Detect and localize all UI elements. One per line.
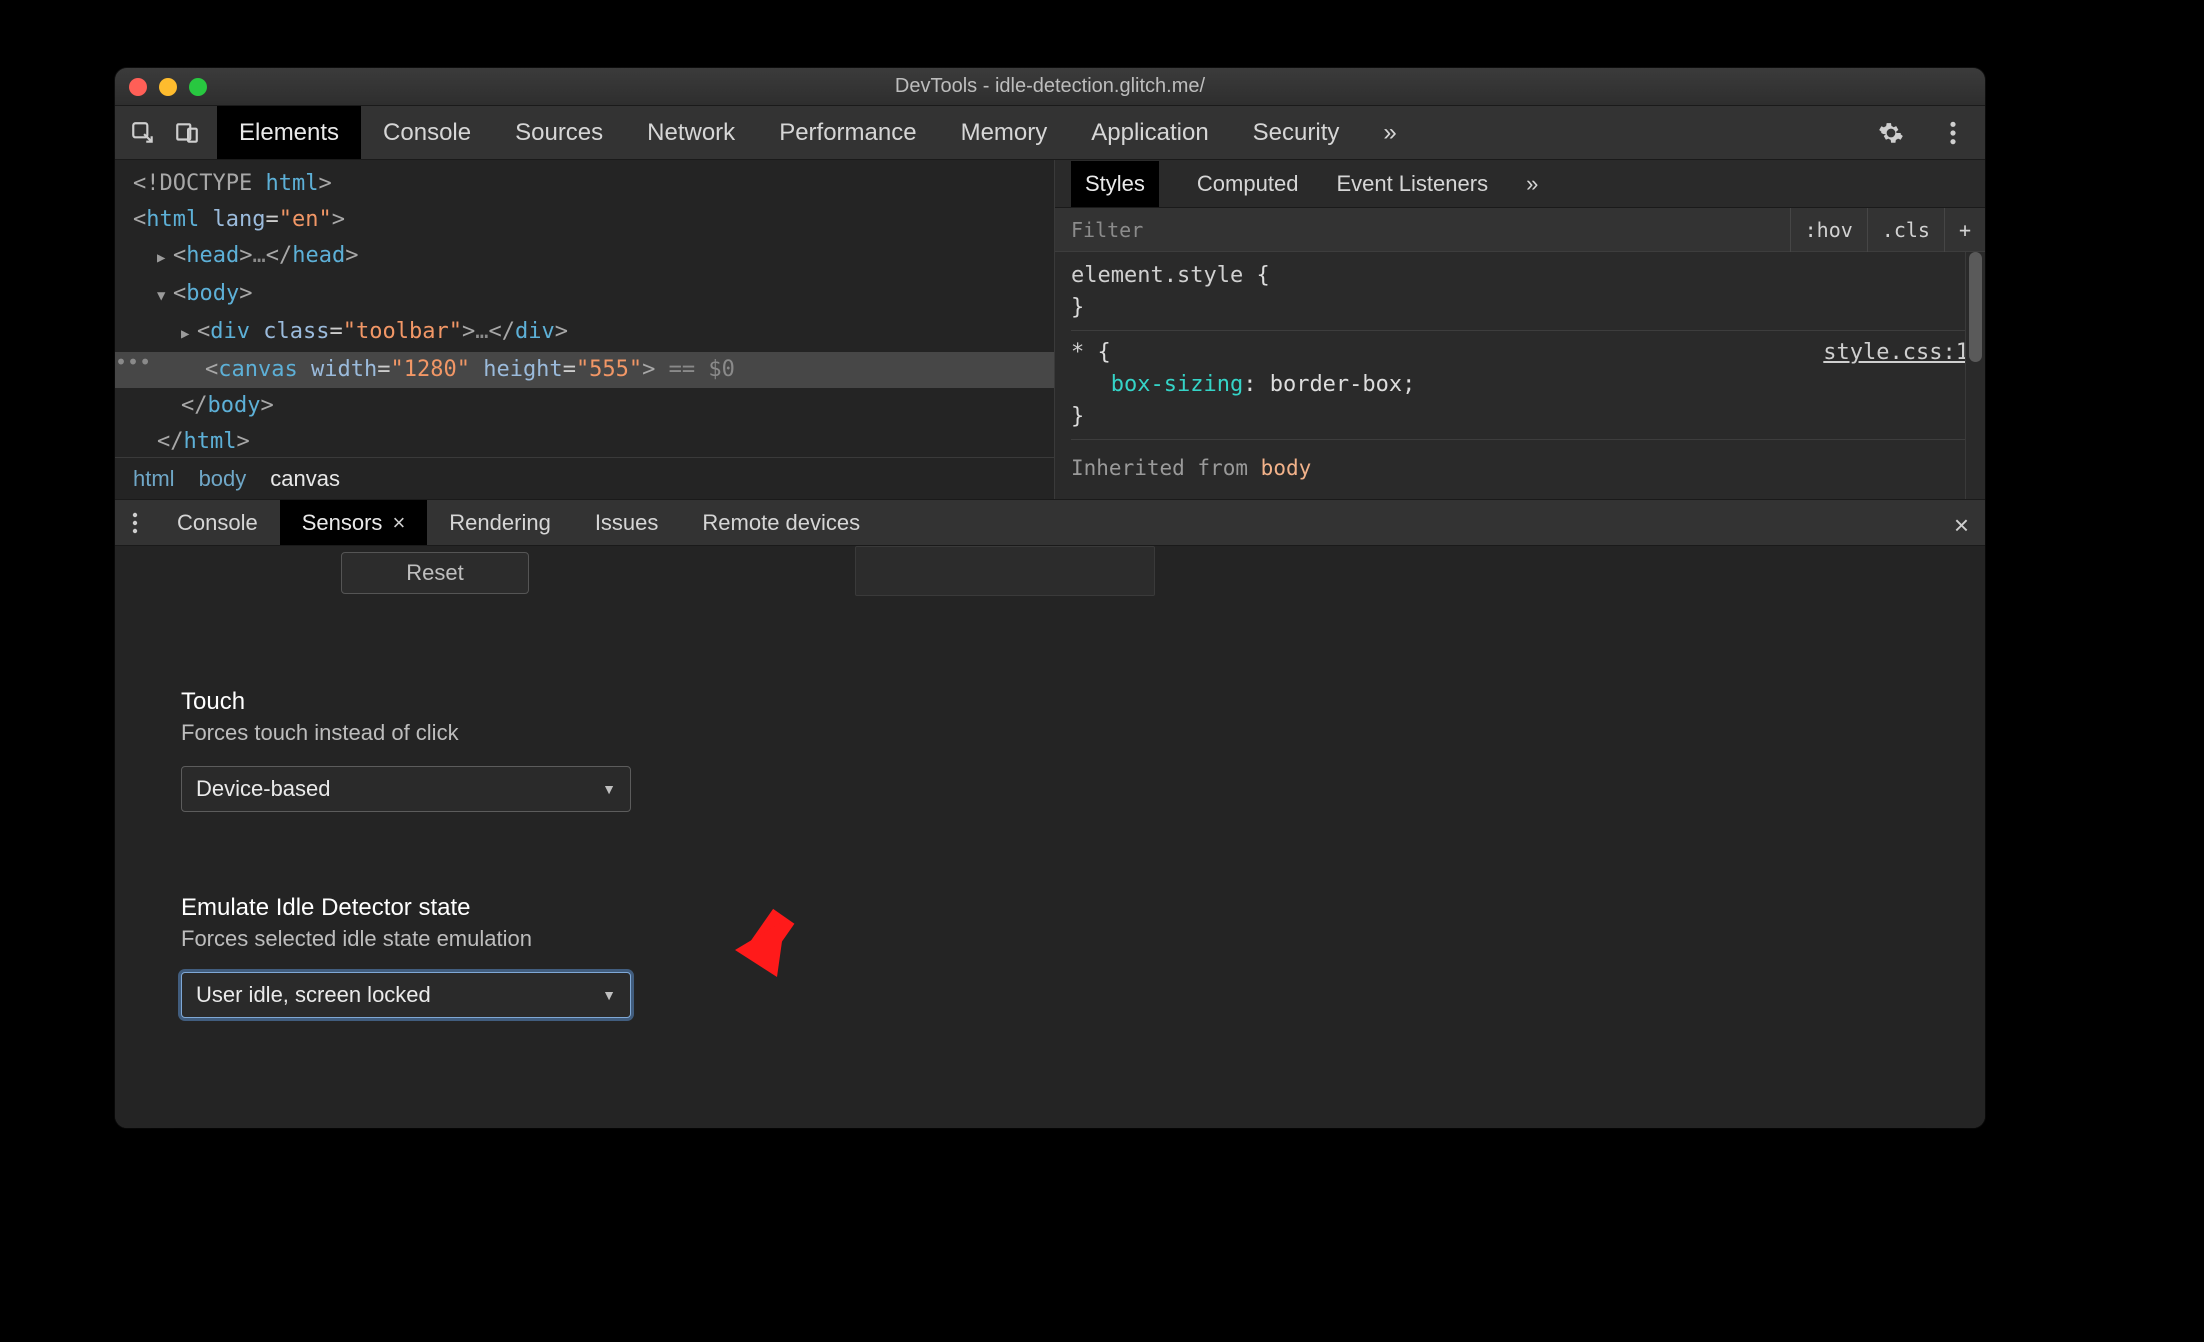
- rule-star: * { style.css:1 box-sizing: border-box; …: [1071, 337, 1969, 440]
- drawer-tab-sensors[interactable]: Sensors ×: [280, 500, 428, 545]
- touch-subtitle: Forces touch instead of click: [181, 720, 631, 746]
- zoom-window-icon[interactable]: [189, 78, 207, 96]
- tab-computed[interactable]: Computed: [1197, 171, 1299, 197]
- tab-memory[interactable]: Memory: [939, 106, 1070, 159]
- chevron-down-icon: ▼: [602, 987, 616, 1003]
- rule-element-style: element.style { }: [1071, 260, 1969, 331]
- tab-styles[interactable]: Styles: [1071, 161, 1159, 207]
- source-link[interactable]: style.css:1: [1823, 337, 1969, 369]
- styles-filter-row: :hov .cls +: [1055, 208, 1985, 252]
- drawer-kebab-icon[interactable]: [115, 511, 155, 535]
- window-controls: [129, 78, 207, 96]
- tab-performance[interactable]: Performance: [757, 106, 938, 159]
- breadcrumb-html[interactable]: html: [133, 466, 175, 492]
- dom-node[interactable]: </body>: [115, 388, 1054, 424]
- titlebar: DevTools - idle-detection.glitch.me/: [115, 68, 1985, 106]
- orientation-preview-placeholder: [855, 546, 1155, 596]
- drawer: Console Sensors × Rendering Issues Remot…: [115, 500, 1985, 1128]
- reset-button[interactable]: Reset: [341, 552, 529, 594]
- drawer-close-icon[interactable]: ×: [1954, 510, 1969, 541]
- styles-rules[interactable]: element.style { } * { style.css:1 box-si…: [1055, 252, 1985, 499]
- styles-tabs-overflow-icon[interactable]: »: [1526, 171, 1538, 197]
- settings-gear-icon[interactable]: [1869, 110, 1913, 156]
- breadcrumb-canvas[interactable]: canvas: [270, 466, 340, 492]
- drawer-tabs: Console Sensors × Rendering Issues Remot…: [115, 500, 1985, 546]
- idle-select-value: User idle, screen locked: [196, 982, 431, 1008]
- dom-tree[interactable]: ••• <!DOCTYPE html><html lang="en">▶<hea…: [115, 160, 1054, 457]
- close-window-icon[interactable]: [129, 78, 147, 96]
- window-title: DevTools - idle-detection.glitch.me/: [115, 75, 1985, 98]
- sensors-panel: Reset Touch Forces touch instead of clic…: [115, 546, 1985, 1128]
- idle-select[interactable]: User idle, screen locked ▼: [181, 972, 631, 1018]
- touch-select-value: Device-based: [196, 776, 331, 802]
- idle-title: Emulate Idle Detector state: [181, 894, 631, 922]
- touch-section: Touch Forces touch instead of click Devi…: [181, 688, 631, 812]
- styles-filter-input[interactable]: [1055, 218, 1790, 242]
- dom-node[interactable]: ▼<body>: [115, 276, 1054, 314]
- tab-network[interactable]: Network: [625, 106, 757, 159]
- main-tabs: Elements Console Sources Network Perform…: [115, 106, 1985, 160]
- annotation-arrow-icon: [735, 882, 815, 977]
- idle-subtitle: Forces selected idle state emulation: [181, 926, 631, 952]
- selector-text: *: [1071, 340, 1084, 365]
- styles-filter-actions: :hov .cls +: [1790, 208, 1985, 252]
- tab-event-listeners[interactable]: Event Listeners: [1336, 171, 1488, 197]
- close-tab-icon[interactable]: ×: [392, 510, 405, 536]
- dom-node[interactable]: <canvas width="1280" height="555"> == $0: [115, 352, 1054, 388]
- tab-elements[interactable]: Elements: [217, 106, 361, 159]
- drawer-tab-console[interactable]: Console: [155, 500, 280, 545]
- tab-console[interactable]: Console: [361, 106, 493, 159]
- tab-application[interactable]: Application: [1069, 106, 1230, 159]
- devtools-window: DevTools - idle-detection.glitch.me/ Ele…: [115, 68, 1985, 1128]
- drawer-tab-rendering[interactable]: Rendering: [427, 500, 573, 545]
- styles-pane: Styles Computed Event Listeners » :hov .…: [1055, 160, 1985, 499]
- css-property[interactable]: box-sizing: [1111, 372, 1243, 397]
- dom-node[interactable]: </html>: [115, 424, 1054, 457]
- tabs-overflow-icon[interactable]: »: [1361, 106, 1418, 159]
- scrollbar-thumb-icon[interactable]: [1969, 252, 1982, 362]
- selector-text: element.style: [1071, 263, 1243, 288]
- dom-node[interactable]: ▶<head>…</head>: [115, 238, 1054, 276]
- dom-node[interactable]: <html lang="en">: [115, 202, 1054, 238]
- elements-split: ••• <!DOCTYPE html><html lang="en">▶<hea…: [115, 160, 1985, 500]
- breadcrumb-body[interactable]: body: [199, 466, 247, 492]
- css-value[interactable]: border-box: [1270, 372, 1402, 397]
- inherited-from: Inherited from body: [1071, 446, 1969, 484]
- idle-section: Emulate Idle Detector state Forces selec…: [181, 894, 631, 1018]
- gutter-ellipsis-icon: •••: [115, 344, 143, 380]
- minimize-window-icon[interactable]: [159, 78, 177, 96]
- tab-sources[interactable]: Sources: [493, 106, 625, 159]
- tab-security[interactable]: Security: [1231, 106, 1362, 159]
- dom-node[interactable]: <!DOCTYPE html>: [115, 166, 1054, 202]
- drawer-tab-remote-devices[interactable]: Remote devices: [680, 500, 882, 545]
- touch-select[interactable]: Device-based ▼: [181, 766, 631, 812]
- kebab-menu-icon[interactable]: [1931, 110, 1975, 156]
- hov-toggle[interactable]: :hov: [1790, 208, 1867, 252]
- device-toolbar-icon[interactable]: [165, 110, 209, 156]
- styles-tabs: Styles Computed Event Listeners »: [1055, 160, 1985, 208]
- dom-node[interactable]: ▶<div class="toolbar">…</div>: [115, 314, 1054, 352]
- styles-scrollbar[interactable]: [1965, 252, 1985, 499]
- inspect-element-icon[interactable]: [121, 110, 165, 156]
- breadcrumbs: html body canvas: [115, 457, 1054, 499]
- drawer-tab-issues[interactable]: Issues: [573, 500, 681, 545]
- chevron-down-icon: ▼: [602, 781, 616, 797]
- new-rule-plus-icon[interactable]: +: [1944, 208, 1985, 252]
- cls-toggle[interactable]: .cls: [1867, 208, 1944, 252]
- touch-title: Touch: [181, 688, 631, 716]
- dom-tree-pane: ••• <!DOCTYPE html><html lang="en">▶<hea…: [115, 160, 1055, 499]
